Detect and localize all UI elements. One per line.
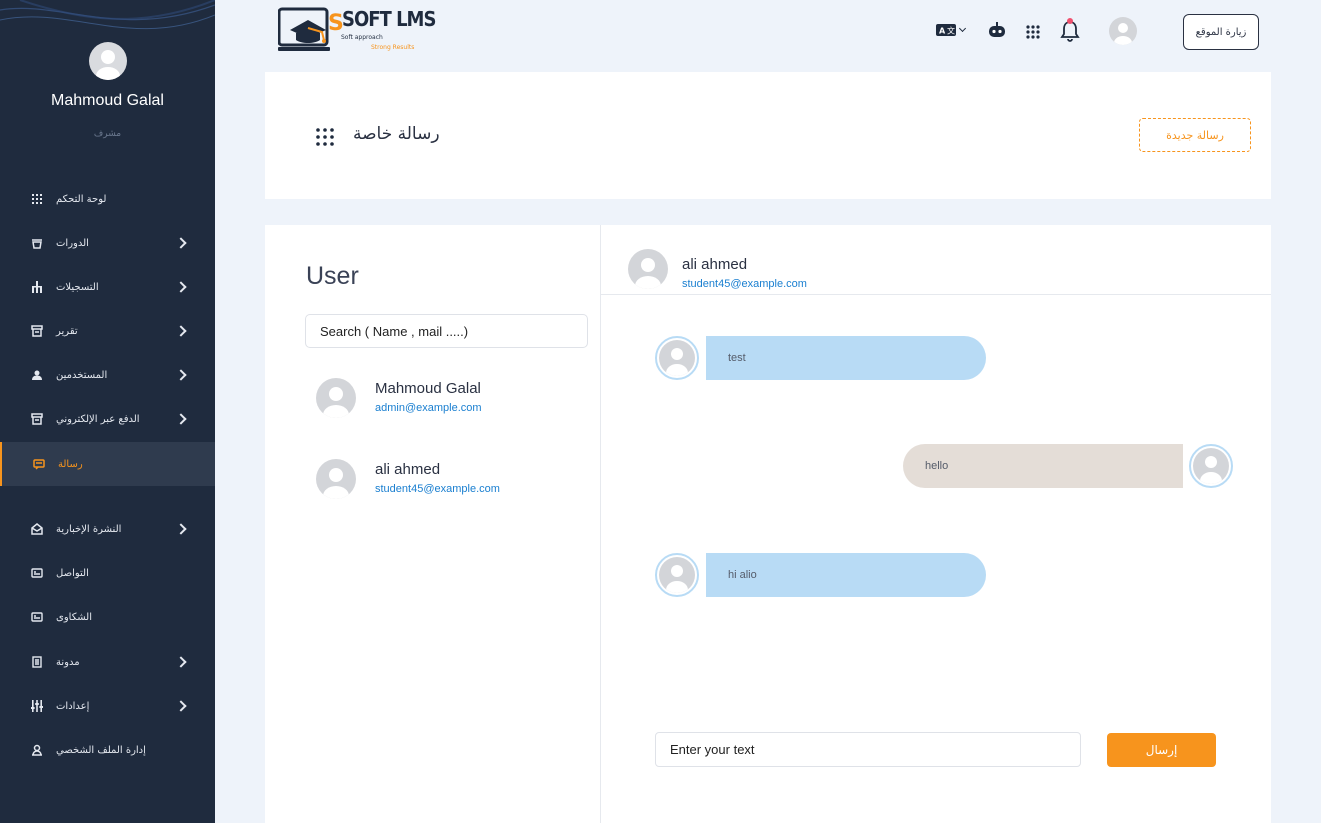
chevron-right-icon: [175, 656, 187, 668]
hierarchy-icon: [30, 280, 44, 294]
chat-contact-email: student45@example.com: [682, 278, 807, 290]
sidebar-item-label: المستخدمين: [56, 369, 108, 381]
complaints-icon: [30, 610, 44, 624]
user-list-item[interactable]: ali ahmed student45@example.com: [316, 459, 586, 503]
sidebar-user-role: مشرف: [93, 129, 122, 139]
user-list-item[interactable]: Mahmoud Galal admin@example.com: [316, 378, 586, 422]
sidebar-item-label: لوحة التحكم: [56, 193, 107, 205]
chevron-right-icon: [175, 325, 187, 337]
apps-grid-icon[interactable]: [1026, 25, 1040, 39]
sidebar-item-payment[interactable]: الدفع عبر الإلكتروني: [0, 397, 215, 441]
user-email: student45@example.com: [375, 483, 500, 495]
grid-dots-icon: [316, 128, 334, 146]
language-switch[interactable]: A文: [936, 24, 967, 36]
user-search-input[interactable]: Search ( Name , mail .....): [305, 314, 588, 348]
sidebar-item-label: الدفع عبر الإلكتروني: [56, 413, 140, 425]
blog-icon: [30, 655, 44, 669]
sidebar-item-label: إعدادات: [56, 700, 90, 712]
chevron-right-icon: [175, 700, 187, 712]
logo-wordmark: SOFT LMS: [342, 7, 436, 31]
sidebar-item-newsletter[interactable]: النشرة الإخبارية: [0, 507, 215, 551]
visit-site-button[interactable]: زيارة الموقع: [1183, 14, 1259, 50]
header-avatar[interactable]: [1109, 17, 1137, 45]
chat-header-divider: [601, 294, 1271, 295]
bot-icon[interactable]: [988, 22, 1006, 38]
users-icon: [30, 368, 44, 382]
contact-icon: [30, 566, 44, 580]
logo-tagline-1: Soft approach: [341, 34, 383, 41]
sidebar-item-label: تقرير: [56, 325, 78, 337]
profile-icon: [30, 743, 44, 757]
message-bubble-incoming: test: [706, 336, 986, 380]
chevron-right-icon: [175, 237, 187, 249]
user-email: admin@example.com: [375, 402, 482, 414]
archive-icon: [30, 324, 44, 338]
users-panel-title: User: [306, 262, 359, 290]
sidebar-item-label: النشرة الإخبارية: [56, 523, 122, 535]
message-input[interactable]: Enter your text: [655, 732, 1081, 767]
send-button[interactable]: إرسال: [1107, 733, 1216, 767]
avatar[interactable]: [89, 42, 127, 80]
page-title: رسالة خاصة: [353, 124, 440, 144]
courses-icon: [30, 236, 44, 250]
chat-contact-name: ali ahmed: [682, 256, 748, 273]
chevron-right-icon: [175, 413, 187, 425]
svg-text:文: 文: [947, 26, 955, 36]
sidebar-item-users[interactable]: المستخدمين: [0, 353, 215, 397]
newsletter-icon: [30, 522, 44, 536]
sidebar-item-enrollments[interactable]: التسجيلات: [0, 265, 215, 309]
chevron-right-icon: [175, 523, 187, 535]
avatar: [316, 378, 356, 418]
user-name: ali ahmed: [375, 461, 441, 478]
sidebar: Mahmoud Galal مشرف لوحة التحكم الدورات ا…: [0, 0, 215, 823]
logo-text: SOFT LMS: [342, 7, 436, 31]
grid-icon: [30, 192, 44, 206]
settings-sliders-icon: [30, 699, 44, 713]
sidebar-item-courses[interactable]: الدورات: [0, 221, 215, 265]
sidebar-item-label: الدورات: [56, 237, 89, 249]
sidebar-item-label: التواصل: [56, 567, 89, 579]
sidebar-item-label: التسجيلات: [56, 281, 99, 293]
message-icon: [32, 457, 46, 471]
chevron-right-icon: [175, 369, 187, 381]
sidebar-item-contact[interactable]: التواصل: [0, 551, 215, 595]
message-avatar: [1189, 444, 1233, 488]
sidebar-item-report[interactable]: تقرير: [0, 309, 215, 353]
avatar: [316, 459, 356, 499]
chat-contact-avatar: [628, 249, 668, 289]
sidebar-item-dashboard[interactable]: لوحة التحكم: [0, 177, 215, 221]
message-avatar: [655, 336, 699, 380]
sidebar-item-messages[interactable]: رسالة: [0, 442, 215, 486]
sidebar-item-label: الشكاوى: [56, 611, 92, 623]
message-avatar: [655, 553, 699, 597]
chevron-down-icon: [958, 24, 967, 33]
panel-divider: [600, 225, 601, 823]
message-bubble-incoming: hi alio: [706, 553, 986, 597]
chevron-right-icon: [175, 281, 187, 293]
svg-text:A: A: [939, 27, 946, 36]
sidebar-item-complaints[interactable]: الشكاوى: [0, 595, 215, 639]
sidebar-item-profile[interactable]: إدارة الملف الشخصي: [0, 728, 215, 772]
user-name: Mahmoud Galal: [375, 380, 481, 397]
sidebar-item-settings[interactable]: إعدادات: [0, 684, 215, 728]
sidebar-user-name: Mahmoud Galal: [51, 92, 164, 109]
translate-icon: A文: [936, 24, 956, 36]
logo-tagline-2: Strong Results: [371, 44, 415, 51]
new-message-button[interactable]: رسالة جديدة: [1139, 118, 1251, 152]
sidebar-item-label: إدارة الملف الشخصي: [56, 744, 146, 756]
sidebar-item-label: مدونة: [56, 656, 80, 668]
message-bubble-outgoing: hello: [903, 444, 1183, 488]
sidebar-item-label: رسالة: [58, 458, 83, 470]
notification-bell-icon[interactable]: [1060, 17, 1080, 43]
sidebar-item-blog[interactable]: مدونة: [0, 640, 215, 684]
payment-icon: [30, 412, 44, 426]
